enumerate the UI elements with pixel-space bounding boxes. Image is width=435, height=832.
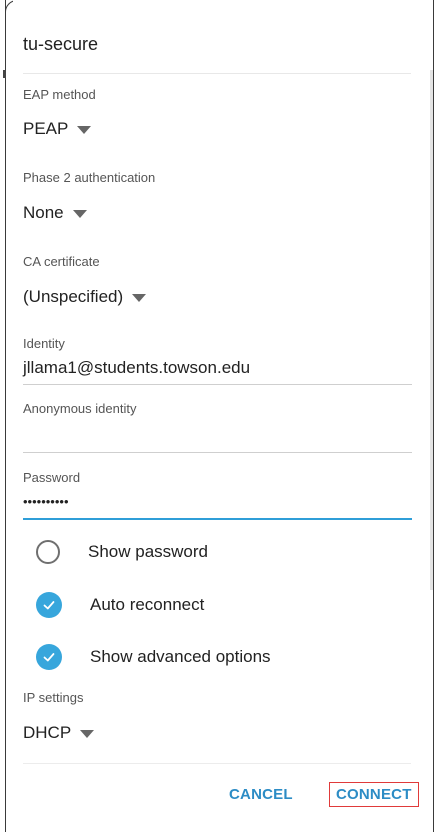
anonymous-identity-label: Anonymous identity bbox=[23, 401, 137, 416]
cancel-button[interactable]: CANCEL bbox=[229, 786, 293, 803]
connect-button[interactable]: CONNECT bbox=[329, 782, 419, 807]
checkmark-icon bbox=[43, 653, 55, 662]
footer-divider bbox=[23, 763, 411, 764]
password-input[interactable]: •••••••••• bbox=[23, 494, 69, 509]
show-advanced-label: Show advanced options bbox=[90, 647, 271, 666]
dropdown-arrow-icon bbox=[77, 126, 92, 134]
scrollbar[interactable] bbox=[430, 70, 433, 590]
identity-label: Identity bbox=[23, 336, 65, 351]
dropdown-arrow-icon bbox=[80, 730, 95, 738]
eap-method-label: EAP method bbox=[23, 87, 96, 102]
anonymous-identity-underline bbox=[23, 452, 412, 453]
show-password-label: Show password bbox=[88, 542, 209, 561]
dialog-title: tu-secure bbox=[23, 34, 99, 54]
auto-reconnect-option[interactable]: Auto reconnect bbox=[36, 592, 204, 618]
auto-reconnect-checkbox[interactable] bbox=[36, 592, 62, 618]
phase2-dropdown[interactable]: None bbox=[23, 203, 87, 223]
show-advanced-option[interactable]: Show advanced options bbox=[36, 644, 271, 670]
ca-certificate-label: CA certificate bbox=[23, 254, 100, 269]
eap-method-dropdown[interactable]: PEAP bbox=[23, 119, 92, 139]
checkmark-icon bbox=[43, 601, 55, 610]
ip-settings-dropdown[interactable]: DHCP bbox=[23, 723, 95, 743]
anonymous-identity-input[interactable] bbox=[23, 424, 412, 448]
password-underline bbox=[23, 518, 412, 520]
password-label: Password bbox=[23, 470, 81, 485]
show-password-checkbox[interactable] bbox=[36, 540, 60, 564]
ca-certificate-dropdown[interactable]: (Unspecified) bbox=[23, 287, 147, 307]
eap-method-value: PEAP bbox=[23, 119, 69, 138]
ip-settings-label: IP settings bbox=[23, 690, 84, 705]
dropdown-arrow-icon bbox=[132, 294, 147, 302]
phase2-value: None bbox=[23, 203, 64, 222]
ca-certificate-value: (Unspecified) bbox=[23, 287, 124, 306]
title-divider bbox=[23, 73, 411, 74]
ip-settings-value: DHCP bbox=[23, 723, 72, 742]
auto-reconnect-label: Auto reconnect bbox=[90, 595, 205, 614]
identity-underline bbox=[23, 384, 412, 385]
dropdown-arrow-icon bbox=[72, 210, 87, 218]
frame-tick bbox=[3, 70, 6, 78]
show-password-option[interactable]: Show password bbox=[36, 540, 208, 564]
show-advanced-checkbox[interactable] bbox=[36, 644, 62, 670]
identity-input[interactable]: jllama1@students.towson.edu bbox=[23, 358, 250, 378]
phase2-label: Phase 2 authentication bbox=[23, 170, 156, 185]
